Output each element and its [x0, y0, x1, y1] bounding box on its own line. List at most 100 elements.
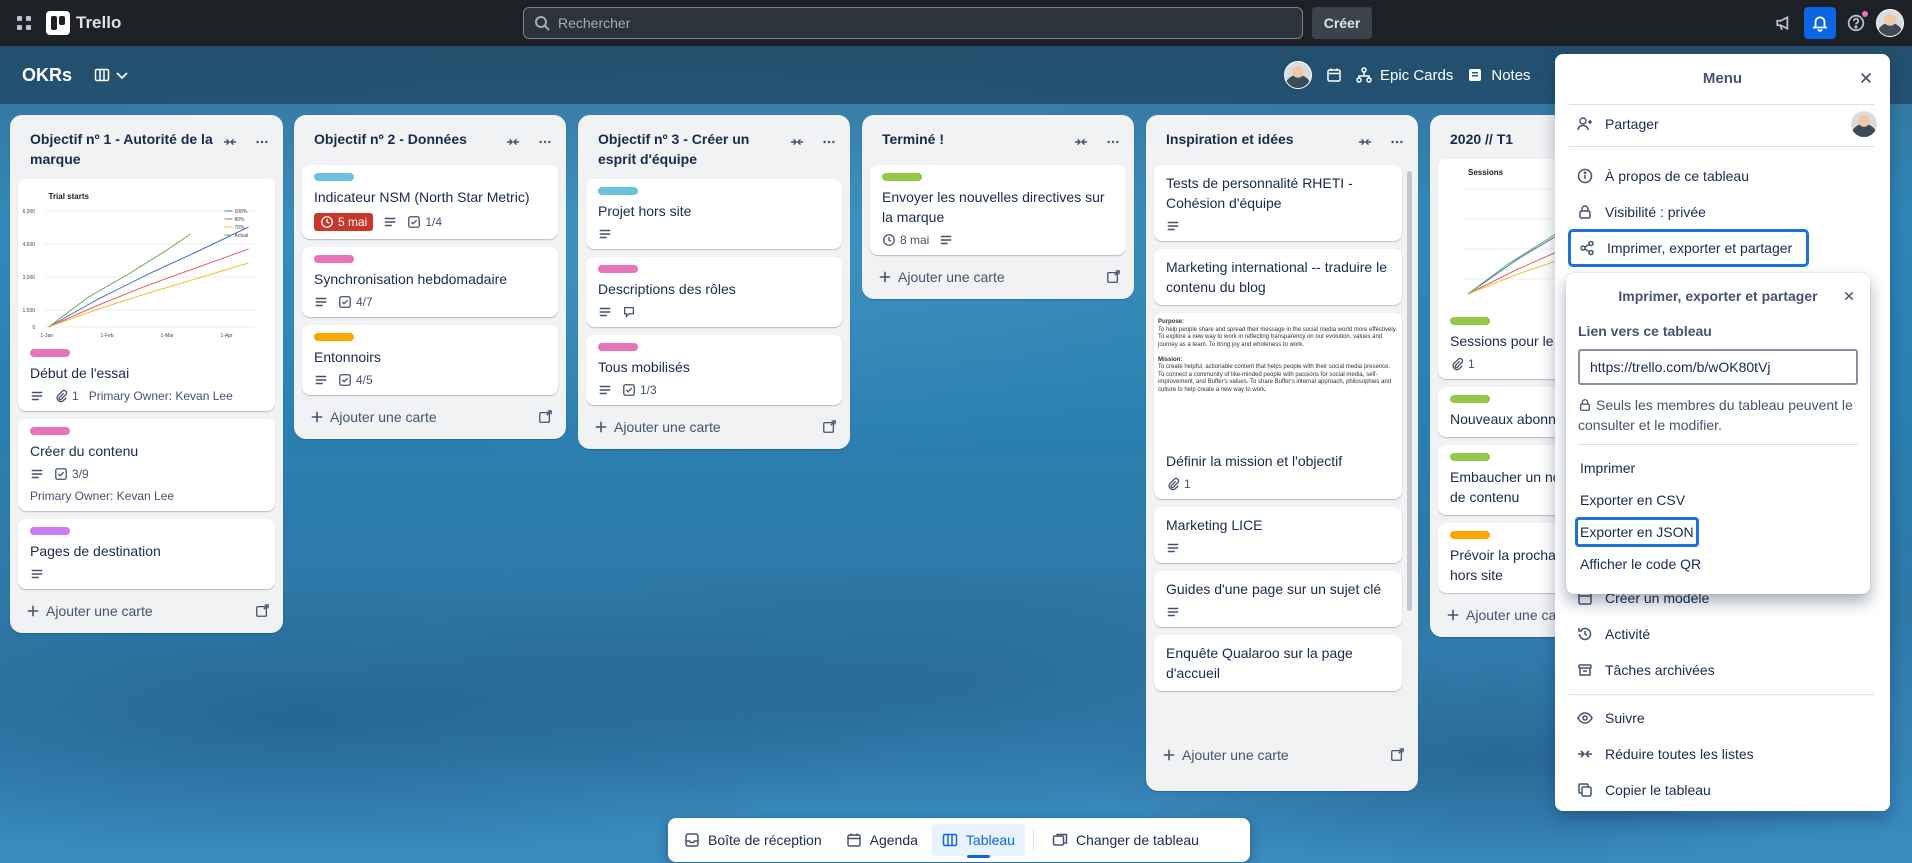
collapse-list-icon[interactable]	[784, 129, 810, 155]
add-card-button[interactable]: Ajouter une carte	[1146, 741, 1418, 777]
menu-copy-board[interactable]: Copier le tableau	[1569, 774, 1719, 806]
menu-collapse-all[interactable]: Réduire toutes les listes	[1569, 738, 1762, 770]
list-title[interactable]: Inspiration et idées	[1166, 129, 1352, 149]
show-qr-code-link[interactable]: Afficher le code QR	[1578, 552, 1703, 576]
board-title[interactable]: OKRs	[22, 65, 72, 86]
list-title[interactable]: Objectif nº 1 - Autorité de la marque	[30, 129, 217, 169]
create-button[interactable]: Créer	[1312, 7, 1372, 39]
card-label[interactable]	[30, 527, 70, 535]
card-tous-mobilises[interactable]: Tous mobilisés 1/3	[586, 335, 842, 405]
nav-board[interactable]: Tableau	[931, 824, 1025, 858]
board-view-switcher[interactable]	[94, 67, 130, 83]
list-menu-icon[interactable]	[1100, 129, 1126, 155]
create-from-template-icon[interactable]	[255, 604, 269, 618]
collapse-list-icon[interactable]	[500, 129, 526, 155]
checklist-badge: 4/7	[338, 295, 373, 309]
card-label[interactable]	[314, 173, 354, 181]
card-label[interactable]	[314, 333, 354, 341]
card-label[interactable]	[1450, 317, 1490, 325]
card-enquete-qualaroo[interactable]: Enquête Qualaroo sur la page d'accueil	[1154, 635, 1402, 691]
list-menu-icon[interactable]	[249, 129, 275, 155]
notes-power-up[interactable]: Notes	[1467, 67, 1531, 84]
card-label[interactable]	[1450, 453, 1490, 461]
list-title[interactable]: Objectif nº 2 - Données	[314, 129, 500, 149]
add-card-button[interactable]: Ajouter une carte	[862, 263, 1134, 299]
switch-board-icon	[1052, 833, 1068, 846]
due-date-badge[interactable]: 5 mai	[314, 213, 374, 231]
menu-print-export[interactable]: Imprimer, exporter et partager	[1567, 229, 1810, 267]
card-synchronisation[interactable]: Synchronisation hebdomadaire 4/7	[302, 247, 558, 317]
menu-archived[interactable]: Tâches archivées	[1569, 654, 1723, 686]
card-debut-essai[interactable]: Trial starts 6,000 4,500 3,000 1,500 0 1…	[18, 179, 275, 411]
app-switcher-icon[interactable]	[8, 7, 40, 39]
card-projet-hors-site[interactable]: Projet hors site	[586, 179, 842, 249]
list-title[interactable]: Terminé !	[882, 129, 1068, 149]
board-member-avatar[interactable]	[1284, 61, 1312, 89]
create-from-template-icon[interactable]	[538, 410, 552, 424]
trello-logo[interactable]: Trello	[46, 11, 121, 35]
list-menu-icon[interactable]	[1384, 129, 1410, 155]
card-label[interactable]	[598, 343, 638, 351]
search-bar[interactable]	[523, 7, 1303, 39]
menu-activity[interactable]: Activité	[1569, 618, 1658, 650]
card-label[interactable]	[30, 427, 70, 435]
print-link[interactable]: Imprimer	[1578, 456, 1637, 480]
card-definir-mission[interactable]: Purpose: To help people share and spread…	[1154, 313, 1402, 499]
card-label[interactable]	[598, 265, 638, 273]
y-tick: 0	[33, 325, 36, 331]
export-json-link[interactable]: Exporter en JSON	[1575, 517, 1699, 547]
menu-share[interactable]: Partager	[1569, 108, 1667, 140]
epic-cards-power-up[interactable]: Epic Cards	[1356, 67, 1453, 84]
search-input[interactable]	[558, 15, 1258, 31]
close-icon[interactable]	[1856, 68, 1876, 88]
card-entonnoirs[interactable]: Entonnoirs 4/5	[302, 325, 558, 395]
nav-switch-board[interactable]: Changer de tableau	[1042, 824, 1209, 856]
calendar-power-up[interactable]	[1326, 67, 1342, 83]
nav-inbox[interactable]: Boîte de réception	[674, 824, 832, 856]
card-label[interactable]	[882, 173, 922, 181]
add-card-button[interactable]: Ajouter une carte	[10, 597, 283, 633]
card-descriptions-roles[interactable]: Descriptions des rôles	[586, 257, 842, 327]
export-csv-link[interactable]: Exporter en CSV	[1578, 488, 1687, 512]
copy-icon	[1578, 783, 1592, 797]
menu-visibility[interactable]: Visibilité : privée	[1569, 196, 1714, 228]
card-pages-destination[interactable]: Pages de destination	[18, 519, 275, 589]
collapse-list-icon[interactable]	[217, 129, 243, 155]
card-label[interactable]	[314, 255, 354, 263]
close-icon[interactable]	[1840, 287, 1858, 305]
card-marketing-lice[interactable]: Marketing LICE	[1154, 507, 1402, 563]
list-scrollbar[interactable]	[1407, 171, 1412, 611]
list-termine: Terminé ! Envoyer les nouvelles directiv…	[862, 115, 1134, 299]
card-label[interactable]	[598, 187, 638, 195]
card-label[interactable]	[30, 349, 70, 357]
board-link-input[interactable]	[1578, 349, 1858, 385]
create-from-template-icon[interactable]	[1106, 270, 1120, 284]
megaphone-icon[interactable]	[1768, 7, 1800, 39]
collapse-list-icon[interactable]	[1068, 129, 1094, 155]
description-icon	[30, 389, 44, 403]
add-card-button[interactable]: Ajouter une carte	[294, 403, 566, 439]
card-label[interactable]	[1450, 395, 1490, 403]
list-menu-icon[interactable]	[532, 129, 558, 155]
date-badge[interactable]: 8 mai	[882, 233, 929, 247]
card-tests-rheti[interactable]: Tests de personnalité RHETI - Cohésion d…	[1154, 165, 1402, 241]
list-menu-icon[interactable]	[816, 129, 842, 155]
card-marketing-international[interactable]: Marketing international -- traduire le c…	[1154, 249, 1402, 305]
notifications-bell-icon[interactable]	[1804, 7, 1836, 39]
user-avatar[interactable]	[1876, 9, 1904, 37]
card-creer-contenu[interactable]: Créer du contenu 3/9 Primary Owner: Keva…	[18, 419, 275, 511]
create-from-template-icon[interactable]	[822, 420, 836, 434]
card-title: Pages de destination	[30, 543, 161, 559]
card-indicateur-nsm[interactable]: Indicateur NSM (North Star Metric) 5 mai…	[302, 165, 558, 239]
card-guides-page[interactable]: Guides d'une page sur un sujet clé	[1154, 571, 1402, 627]
card-label[interactable]	[1450, 531, 1490, 539]
menu-follow[interactable]: Suivre	[1569, 702, 1653, 734]
card-envoyer-directives[interactable]: Envoyer les nouvelles directives sur la …	[870, 165, 1126, 255]
create-from-template-icon[interactable]	[1390, 748, 1404, 762]
nav-agenda[interactable]: Agenda	[836, 824, 928, 856]
list-title[interactable]: Objectif nº 3 - Créer un esprit d'équipe	[598, 129, 784, 169]
collapse-list-icon[interactable]	[1352, 129, 1378, 155]
add-card-button[interactable]: Ajouter une carte	[578, 413, 850, 449]
menu-about[interactable]: À propos de ce tableau	[1569, 160, 1757, 192]
help-icon[interactable]	[1840, 7, 1872, 39]
